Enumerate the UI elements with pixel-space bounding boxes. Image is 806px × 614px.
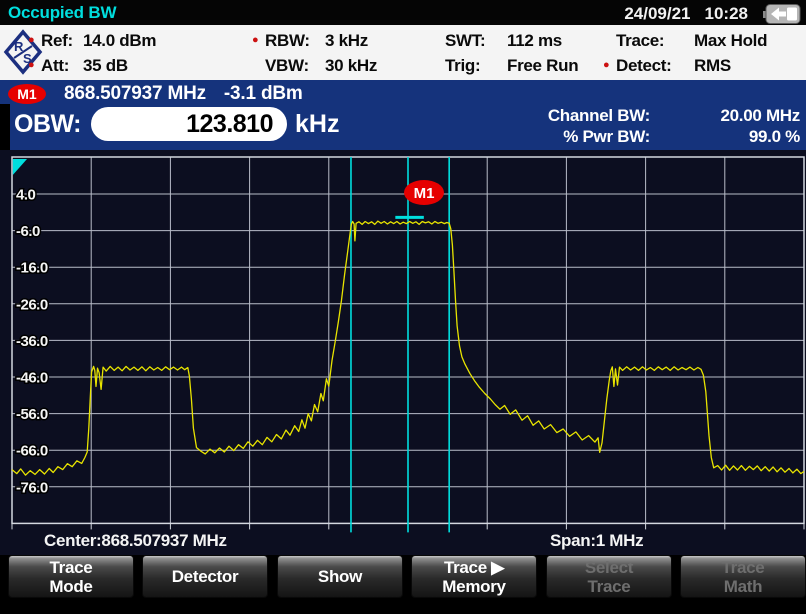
left-edge-mask: [0, 104, 10, 150]
modified-dot-icon: ●: [28, 34, 35, 46]
obw-result-row: OBW: 123.810 kHz: [14, 107, 339, 141]
battery-icon: [763, 4, 801, 24]
setting-value: Free Run: [507, 55, 579, 75]
spectrum-chart: M1 4.0 -6.0 -16.0 -26.0 -36.0 -46.0 -56.0 -66.0 -…: [11, 156, 805, 533]
pwr-bw-label: % Pwr BW:: [563, 127, 650, 146]
titlebar-right: 24/09/21 10:28: [624, 3, 802, 25]
modified-dot-icon: ●: [252, 34, 259, 46]
modified-dot-icon: ●: [28, 59, 35, 71]
softkey-label: Trace: [721, 557, 765, 577]
setting-label: Ref:: [41, 30, 73, 50]
marker-level: -3.1 dBm: [223, 83, 303, 104]
marker-readout-row: M1 868.507937 MHz -3.1 dBm: [8, 83, 303, 105]
softkey-detector[interactable]: Detector: [142, 555, 268, 598]
channel-bw-label: Channel BW:: [547, 106, 650, 125]
softkey-label: Mode: [49, 576, 93, 596]
softkey-trace-memory[interactable]: Trace ▶ Memory: [411, 555, 537, 598]
setting-swt[interactable]: SWT: 112 ms: [432, 29, 578, 52]
modified-dot-icon: ●: [603, 59, 610, 71]
softkey-trace-mode[interactable]: Trace Mode: [8, 555, 134, 598]
softkey-label: Detector: [171, 567, 239, 586]
y-axis-tick-label: -56.0: [16, 406, 48, 423]
setting-value: 3 kHz: [325, 30, 368, 50]
softkey-label: Trace ▶: [443, 557, 505, 577]
setting-vbw[interactable]: VBW: 30 kHz: [252, 54, 377, 77]
settings-col-trace: Trace: Max Hold ● Detect: RMS: [603, 29, 767, 77]
softkey-label: Math: [723, 576, 763, 596]
setting-value: 112 ms: [507, 30, 562, 50]
span-label[interactable]: Span:1 MHz: [550, 531, 644, 551]
softkey-label: Show: [317, 567, 363, 586]
y-axis-tick-label: -26.0: [16, 296, 48, 313]
settings-panel: R S ● Ref: 14.0 dBm ● Att: 35 dB ● RBW: …: [0, 25, 806, 80]
channel-bw-value[interactable]: 20.00 MHz: [650, 106, 800, 126]
title-bar: Occupied BW 24/09/21 10:28: [0, 0, 806, 25]
softkey-show[interactable]: Show: [277, 555, 403, 598]
setting-label: Att:: [41, 55, 70, 75]
setting-att[interactable]: ● Att: 35 dB: [28, 54, 156, 77]
setting-value: RMS: [694, 55, 731, 75]
marker-m1-chart-label: M1: [414, 185, 435, 202]
setting-value: 30 kHz: [325, 55, 378, 75]
setting-label: RBW:: [265, 30, 310, 50]
y-axis-tick-label: -66.0: [16, 443, 48, 460]
setting-label: Detect:: [616, 55, 672, 75]
page-title: Occupied BW: [8, 3, 117, 22]
softkey-bar: Trace Mode Detector Show Trace ▶ Memory …: [0, 555, 806, 614]
spectrum-analyzer-screen: Occupied BW 24/09/21 10:28 R S ● Ref: 14…: [0, 0, 806, 614]
settings-col-bandwidth: ● RBW: 3 kHz VBW: 30 kHz: [252, 29, 377, 77]
y-axis-tick-label: -76.0: [16, 479, 48, 496]
date-text: 24/09/21: [624, 4, 691, 23]
setting-ref[interactable]: ● Ref: 14.0 dBm: [28, 29, 156, 52]
time-text: 10:28: [704, 4, 748, 23]
softkey-label: Memory: [442, 576, 506, 596]
settings-col-sweep: SWT: 112 ms Trig: Free Run: [432, 29, 579, 77]
softkey-select-trace: Select Trace: [546, 555, 672, 598]
pwr-bw-row: % Pwr BW: 99.0 %: [495, 127, 800, 147]
settings-col-amplitude: ● Ref: 14.0 dBm ● Att: 35 dB: [28, 29, 156, 77]
setting-value: 35 dB: [83, 55, 128, 75]
y-axis-tick-label: -16.0: [16, 260, 48, 277]
setting-value: Max Hold: [694, 30, 768, 50]
marker-m1-badge: M1: [8, 84, 46, 104]
center-frequency-label[interactable]: Center:868.507937 MHz: [44, 531, 227, 551]
setting-trig[interactable]: Trig: Free Run: [432, 54, 579, 77]
setting-label: Trig:: [445, 55, 481, 75]
y-axis-tick-label: -46.0: [16, 370, 48, 387]
y-axis-tick-label: -6.0: [16, 223, 40, 240]
setting-detect[interactable]: ● Detect: RMS: [603, 54, 767, 77]
pwr-bw-value[interactable]: 99.0 %: [650, 127, 800, 147]
obw-value-field[interactable]: 123.810: [90, 107, 287, 141]
softkey-label: Select: [584, 557, 634, 577]
softkey-label: Trace: [49, 557, 93, 577]
softkey-label: Trace: [587, 576, 631, 596]
setting-trace[interactable]: Trace: Max Hold: [603, 29, 767, 52]
obw-label: OBW:: [14, 109, 81, 138]
frequency-axis-row: Center:868.507937 MHz Span:1 MHz: [0, 531, 806, 551]
spectrum-chart-area: M1 4.0 -6.0 -16.0 -26.0 -36.0 -46.0 -56.0 -66.0 -…: [0, 150, 806, 558]
marker-result-bar: M1 868.507937 MHz -3.1 dBm OBW: 123.810 …: [0, 80, 806, 150]
channel-bw-row: Channel BW: 20.00 MHz: [495, 106, 800, 126]
setting-value: 14.0 dBm: [83, 30, 157, 50]
marker-frequency: 868.507937 MHz: [64, 83, 206, 104]
setting-rbw[interactable]: ● RBW: 3 kHz: [252, 29, 377, 52]
obw-unit: kHz: [294, 109, 340, 138]
y-axis-tick-label: -36.0: [16, 333, 48, 350]
y-axis-tick-label: 4.0: [16, 187, 36, 204]
setting-label: SWT:: [445, 30, 486, 50]
softkey-trace-math: Trace Math: [680, 555, 806, 598]
setting-label: VBW:: [265, 55, 309, 75]
setting-label: Trace:: [616, 30, 665, 50]
